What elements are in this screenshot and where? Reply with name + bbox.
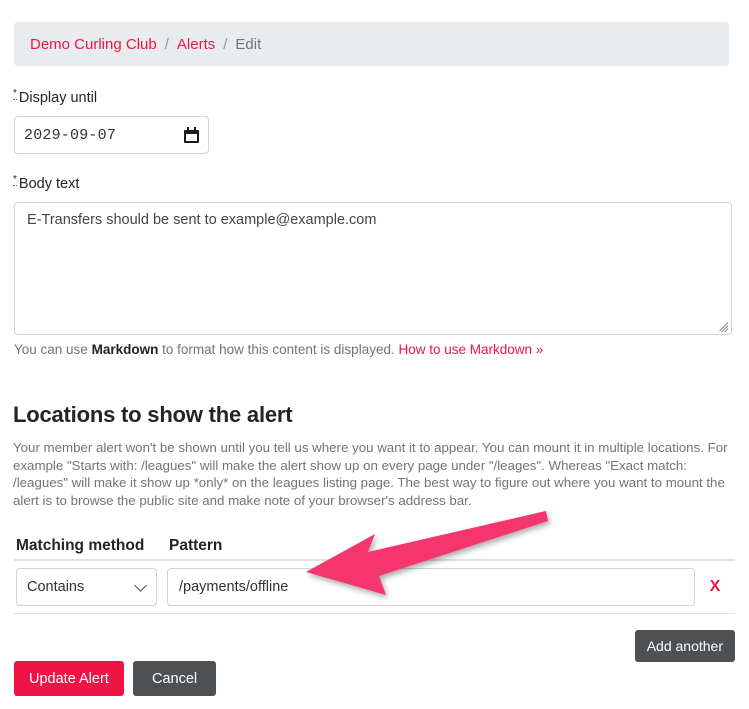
pattern-value: /payments/offline xyxy=(179,579,289,595)
matching-method-select[interactable]: Contains xyxy=(16,568,157,606)
required-asterisk: * xyxy=(13,174,17,186)
pattern-input[interactable]: /payments/offline xyxy=(167,568,695,606)
pattern-cell: /payments/offline xyxy=(161,568,695,606)
display-until-label: * Display until xyxy=(13,88,97,106)
markdown-help-bold: Markdown xyxy=(91,342,159,357)
display-until-label-text: Display until xyxy=(18,89,98,106)
required-asterisk: * xyxy=(13,88,17,100)
breadcrumb-item-club[interactable]: Demo Curling Club xyxy=(30,36,157,53)
body-text-label-text: Body text xyxy=(18,175,80,192)
table-header-row: Matching method Pattern xyxy=(14,530,735,561)
locations-table: Matching method Pattern Contains /paymen… xyxy=(14,530,735,614)
markdown-help-middle: to format how this content is displayed. xyxy=(158,342,399,357)
update-alert-button[interactable]: Update Alert xyxy=(14,661,124,696)
remove-cell: X xyxy=(695,578,735,596)
display-until-value: 2029-09-07 xyxy=(24,126,117,144)
locations-section-title: Locations to show the alert xyxy=(13,402,293,427)
breadcrumb-separator: / xyxy=(223,35,228,53)
cancel-button[interactable]: Cancel xyxy=(133,661,217,696)
chevron-down-icon xyxy=(134,579,147,592)
markdown-help-link[interactable]: How to use Markdown » xyxy=(398,342,543,357)
column-header-pattern: Pattern xyxy=(169,537,223,554)
markdown-help-prefix: You can use xyxy=(14,342,92,357)
matching-method-value: Contains xyxy=(27,579,85,595)
display-until-date-input[interactable]: 2029-09-07 xyxy=(14,116,209,154)
matching-method-cell: Contains xyxy=(14,568,161,606)
calendar-icon[interactable] xyxy=(184,127,199,143)
locations-section-description: Your member alert won't be shown until y… xyxy=(13,440,728,508)
column-header-matching-method: Matching method xyxy=(16,537,145,554)
textarea-resize-handle[interactable] xyxy=(716,319,729,333)
body-text-textarea[interactable]: E-Transfers should be sent to example@ex… xyxy=(14,202,732,335)
breadcrumb-item-alerts[interactable]: Alerts xyxy=(177,36,215,53)
breadcrumb-item-edit: Edit xyxy=(235,35,262,53)
breadcrumb-separator: / xyxy=(164,35,169,53)
body-text-label: * Body text xyxy=(13,174,79,192)
body-text-value: E-Transfers should be sent to example@ex… xyxy=(27,212,377,228)
add-another-button[interactable]: Add another xyxy=(634,630,735,662)
breadcrumb: Demo Curling Club / Alerts / Edit xyxy=(14,22,729,66)
table-row: Contains /payments/offline X xyxy=(14,561,735,614)
markdown-help-text: You can use Markdown to format how this … xyxy=(14,342,543,357)
remove-row-button[interactable]: X xyxy=(710,578,721,595)
